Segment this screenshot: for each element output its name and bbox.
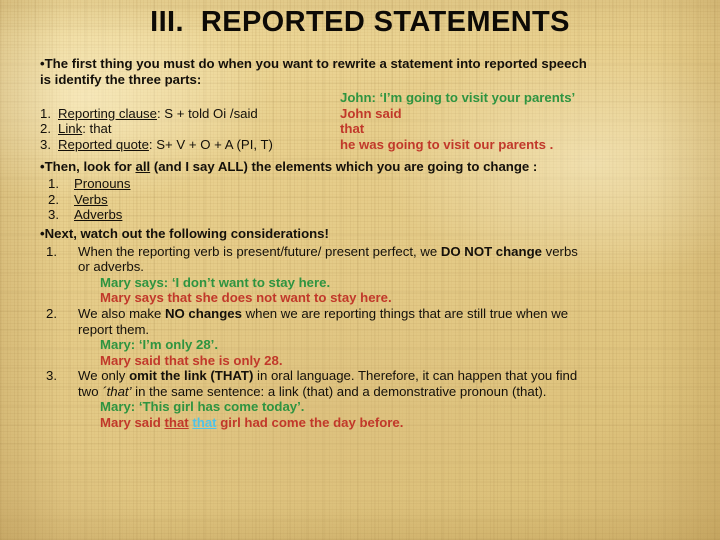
part-definition: Reporting clause: S + told Oi /said xyxy=(58,106,340,122)
consideration-text-c: report them. xyxy=(78,321,150,337)
list-item-number: 3. xyxy=(48,207,59,223)
intro-line-2-wrap: is identify the three parts: xyxy=(40,72,700,88)
list-item: 2. Verbs xyxy=(40,192,700,208)
list-item: 1. Pronouns xyxy=(40,176,700,192)
list-item-label: Verbs xyxy=(74,191,108,207)
elements-lead-after: (and I say ALL) the elements which you a… xyxy=(150,158,538,174)
slide-body: •The first thing you must do when you wa… xyxy=(40,56,700,431)
elements-lead-line: •Then, look for all (and I say ALL) the … xyxy=(40,159,700,175)
part-example: that xyxy=(340,121,365,137)
part-number: 1. xyxy=(40,105,51,121)
part-number: 2. xyxy=(40,121,51,137)
consideration-text-b: verbs xyxy=(541,243,578,259)
consideration-line2-b: in the same sentence: a link (that) and … xyxy=(131,383,547,399)
part-formula: : S+ V + O + A (PI, T) xyxy=(148,136,273,152)
consideration-text-b: when we are reporting things that are st… xyxy=(241,305,569,321)
list-item: 3. Adverbs xyxy=(40,207,700,223)
reported-prefix: Mary said xyxy=(100,415,165,431)
table-row: 1. Reporting clause: S + told Oi /said J… xyxy=(40,106,700,122)
example-reported-speech: Mary said that she is only 28. xyxy=(100,352,283,368)
table-row: 2. Link: that that xyxy=(40,121,700,137)
consideration-bold-a: NO changes xyxy=(164,305,242,321)
consideration-body: We also make NO changes when we are repo… xyxy=(78,306,700,368)
elements-list: 1. Pronouns 2. Verbs 3. Adverbs xyxy=(40,176,700,223)
part-term: Reporting clause xyxy=(58,105,157,121)
consideration-text-a: When the reporting verb is present/futur… xyxy=(78,243,441,259)
list-item-label: Pronouns xyxy=(74,176,131,192)
consideration-bold-a: omit the link (THAT) xyxy=(129,368,254,384)
table-row: 3. Reported quote: S+ V + O + A (PI, T) … xyxy=(40,137,700,153)
list-item: 3. We only omit the link (THAT) in oral … xyxy=(40,368,700,430)
slide-canvas: III. REPORTED STATEMENTS •The first thin… xyxy=(0,0,720,540)
list-item-number: 2. xyxy=(48,191,59,207)
part-formula: : that xyxy=(82,121,112,137)
example-reported-speech: Mary says that she does not want to stay… xyxy=(100,290,392,306)
consideration-number: 3. xyxy=(46,368,57,384)
list-item: 1. When the reporting verb is present/fu… xyxy=(40,244,700,306)
part-term: Link xyxy=(58,121,83,137)
parts-example-heading: John: ‘I’m going to visit your parents’ xyxy=(340,90,576,106)
example-direct-quote: Mary: ‘I’m only 28’. xyxy=(100,337,218,353)
reported-that-link: that xyxy=(164,415,189,431)
example-reported-speech: Mary said that that girl had come the da… xyxy=(100,415,700,431)
elements-lead-before: Then, look for xyxy=(44,158,136,174)
consideration-text-a: We also make xyxy=(78,305,165,321)
considerations-heading-text: Next, watch out the following considerat… xyxy=(44,225,329,241)
part-example: he was going to visit our parents . xyxy=(340,136,554,152)
reported-suffix: girl had come the day before. xyxy=(216,415,404,431)
consideration-text-c: or adverbs. xyxy=(78,259,144,275)
three-parts-block: John: ‘I’m going to visit your parents’ … xyxy=(40,90,700,152)
consideration-body: When the reporting verb is present/futur… xyxy=(78,244,700,306)
considerations-list: 1. When the reporting verb is present/fu… xyxy=(40,244,700,431)
consideration-text-b: in oral language. Therefore, it can happ… xyxy=(253,368,578,384)
elements-lead-emphasis: all xyxy=(135,158,151,174)
part-definition: Reported quote: S+ V + O + A (PI, T) xyxy=(58,137,340,153)
considerations-heading: •Next, watch out the following considera… xyxy=(40,226,700,242)
consideration-bold-a: DO NOT change xyxy=(440,243,542,259)
consideration-number: 2. xyxy=(46,305,57,321)
consideration-number: 1. xyxy=(46,243,57,259)
consideration-line2-italic: ´that’ xyxy=(102,383,132,399)
example-direct-quote: Mary: ‘This girl has come today’. xyxy=(100,399,305,415)
list-item: 2. We also make NO changes when we are r… xyxy=(40,306,700,368)
consideration-body: We only omit the link (THAT) in oral lan… xyxy=(78,368,700,430)
part-formula: : S + told Oi /said xyxy=(156,105,258,121)
example-direct-quote: Mary says: ‘I don’t want to stay here. xyxy=(100,274,331,290)
list-item-label: Adverbs xyxy=(74,207,123,223)
list-item-number: 1. xyxy=(48,176,59,192)
consideration-text-a: We only xyxy=(78,368,130,384)
part-definition: Link: that xyxy=(58,121,340,137)
part-example: John said xyxy=(340,105,402,121)
page-title: III. REPORTED STATEMENTS xyxy=(150,6,570,38)
consideration-line2-a: two xyxy=(78,383,103,399)
intro-line-2: is identify the three parts: xyxy=(40,71,202,87)
intro-line-1: The first thing you must do when you wan… xyxy=(44,56,587,71)
part-term: Reported quote xyxy=(58,136,149,152)
intro-paragraph: •The first thing you must do when you wa… xyxy=(40,56,700,72)
part-number: 3. xyxy=(40,136,51,152)
reported-that-demonstrative: that xyxy=(192,415,217,431)
